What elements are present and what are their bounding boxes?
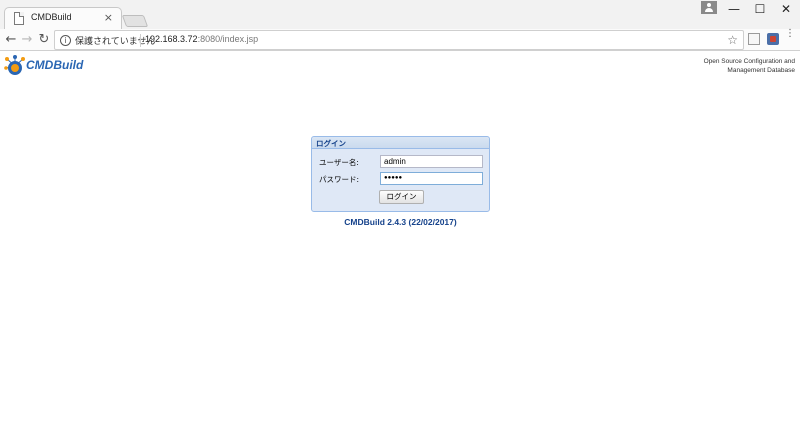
login-panel-header: ログイン: [312, 137, 489, 149]
forward-arrow-icon[interactable]: →: [19, 31, 35, 48]
browser-toolbar: ← → ↻ i 保護されていません 192.168.3.72:8080/inde…: [0, 29, 800, 51]
logo-mark-icon: [4, 55, 25, 75]
document-icon: [14, 12, 24, 25]
security-status[interactable]: 保護されていません: [75, 34, 155, 47]
tagline-line-1: Open Source Configuration and: [703, 58, 795, 65]
tagline-line-2: Management Database: [727, 67, 795, 74]
tab-close-icon[interactable]: ×: [104, 11, 113, 25]
address-bar[interactable]: i 保護されていません 192.168.3.72:8080/index.jsp …: [54, 30, 744, 50]
logo-text: CMDBuild: [26, 58, 84, 72]
product-tagline: Open Source Configuration and Management…: [675, 57, 795, 75]
browser-titlebar: CMDBuild × — ☐ ✕: [0, 0, 800, 29]
login-panel-title: ログイン: [316, 139, 346, 148]
maximize-button[interactable]: ☐: [747, 0, 773, 18]
version-label: CMDBuild 2.4.3 (22/02/2017): [344, 217, 457, 227]
browser-tab-cmdbuild[interactable]: CMDBuild ×: [4, 7, 122, 29]
back-arrow-icon[interactable]: ←: [3, 31, 19, 48]
url-text[interactable]: 192.168.3.72:8080/index.jsp: [145, 34, 258, 44]
tab-title: CMDBuild: [31, 12, 72, 22]
extension-icon[interactable]: [748, 33, 760, 45]
extension-icon-2[interactable]: [767, 33, 779, 45]
password-field[interactable]: ●●●●●: [380, 172, 483, 185]
url-path: :8080/index.jsp: [197, 34, 259, 44]
bookmark-star-icon[interactable]: ☆: [727, 33, 738, 47]
address-divider: [140, 34, 141, 47]
password-label: パスワード:: [319, 175, 360, 184]
url-host: 192.168.3.72: [145, 34, 198, 44]
browser-menu-icon[interactable]: ⋮: [785, 29, 795, 39]
minimize-button[interactable]: —: [721, 0, 747, 18]
reload-icon[interactable]: ↻: [36, 31, 52, 48]
info-icon[interactable]: i: [60, 35, 71, 46]
login-button[interactable]: ログイン: [379, 190, 424, 204]
username-label: ユーザー名:: [319, 158, 359, 167]
user-profile-icon[interactable]: [701, 1, 717, 14]
cmdbuild-logo: CMDBuild: [3, 54, 93, 78]
username-field[interactable]: admin: [380, 155, 483, 168]
new-tab-button[interactable]: [121, 15, 149, 27]
close-window-button[interactable]: ✕: [773, 0, 799, 18]
login-panel: ログイン ユーザー名: admin パスワード: ●●●●● ログイン: [311, 136, 490, 212]
